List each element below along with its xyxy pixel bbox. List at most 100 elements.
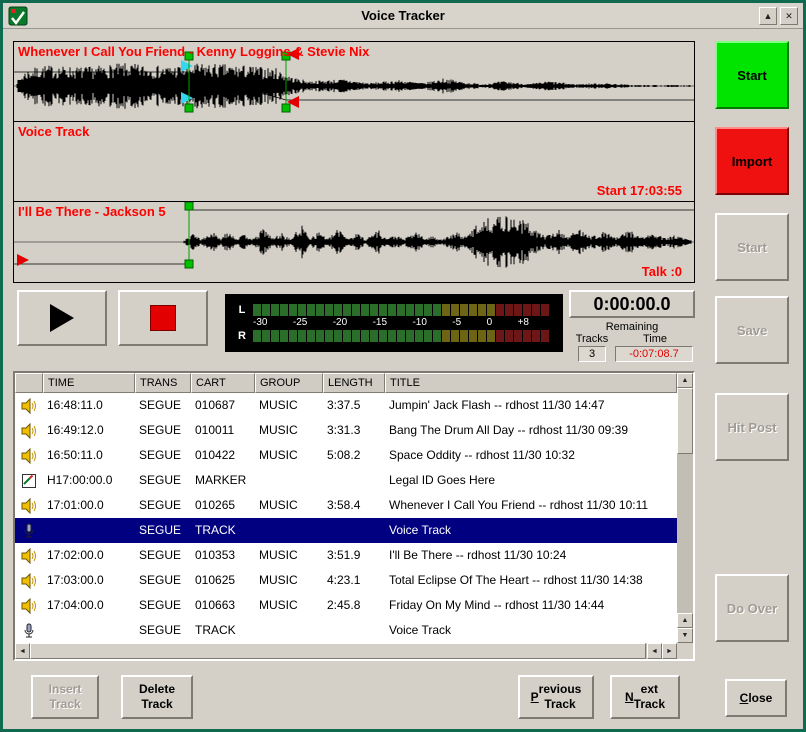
meter-segment xyxy=(514,304,522,316)
column-header-length[interactable]: LENGTH xyxy=(323,373,385,393)
column-header-title[interactable]: TITLE xyxy=(385,373,677,393)
meter-segment xyxy=(442,304,450,316)
column-header-cart[interactable]: CART xyxy=(191,373,255,393)
meter-scale-label: -5 xyxy=(452,316,461,330)
start-handle-bottom[interactable] xyxy=(185,260,193,268)
cell-title: Whenever I Call You Friend -- rdhost 11/… xyxy=(385,493,677,518)
talk-time-label: Talk :0 xyxy=(642,264,682,279)
meter-segment xyxy=(334,330,342,342)
log-row[interactable]: 16:50:11.0SEGUE010422MUSIC5:08.2Space Od… xyxy=(15,443,677,468)
meter-segment xyxy=(262,330,270,342)
remaining-time-value: -0:07:08.7 xyxy=(615,346,693,362)
segue-start-handle-bottom[interactable] xyxy=(185,104,193,112)
vertical-scroll-thumb[interactable] xyxy=(677,388,693,454)
meter-segment xyxy=(406,330,414,342)
log-body: 16:48:11.0SEGUE010687MUSIC3:37.5Jumpin' … xyxy=(15,393,677,643)
cell-cart: 010625 xyxy=(191,568,255,593)
meter-segment xyxy=(280,304,288,316)
stop-button[interactable] xyxy=(118,290,208,346)
scroll-up-icon-2[interactable]: ▲ xyxy=(677,613,693,628)
cell-title: Jumpin' Jack Flash -- rdhost 11/30 14:47 xyxy=(385,393,677,418)
play-icon xyxy=(49,303,75,333)
column-header-trans[interactable]: TRANS xyxy=(135,373,191,393)
segue-end-handle-bottom[interactable] xyxy=(282,104,290,112)
waveform-panel-voice-track[interactable]: Voice Track Start 17:03:55 xyxy=(14,122,694,202)
start-handle-top[interactable] xyxy=(185,202,193,210)
cell-trans: SEGUE xyxy=(135,593,191,618)
column-header-time[interactable]: TIME xyxy=(43,373,135,393)
scroll-left-icon[interactable]: ◄ xyxy=(15,643,30,659)
cell-group: MUSIC xyxy=(255,493,323,518)
log-row[interactable]: 17:03:00.0SEGUE010625MUSIC4:23.1Total Ec… xyxy=(15,568,677,593)
meter-segment xyxy=(388,330,396,342)
column-header-icon[interactable] xyxy=(15,373,43,393)
horizontal-scroll-thumb[interactable] xyxy=(30,643,646,659)
log-row[interactable]: 16:48:11.0SEGUE010687MUSIC3:37.5Jumpin' … xyxy=(15,393,677,418)
cell-cart: TRACK xyxy=(191,618,255,643)
meter-segment xyxy=(298,330,306,342)
cell-time: H17:00:00.0 xyxy=(43,468,135,493)
scroll-up-icon[interactable]: ▲ xyxy=(677,373,693,388)
meter-right-label: R xyxy=(235,330,249,342)
log-row[interactable]: 17:02:00.0SEGUE010353MUSIC3:51.9I'll Be … xyxy=(15,543,677,568)
save-button: Save xyxy=(715,296,789,364)
meter-segment xyxy=(532,304,540,316)
cell-group: MUSIC xyxy=(255,393,323,418)
import-button[interactable]: Import xyxy=(715,127,789,195)
track-title-1: Whenever I Call You Friend - Kenny Loggi… xyxy=(18,44,369,59)
delete-track-button[interactable]: DeleteTrack xyxy=(121,675,193,719)
vertical-scrollbar[interactable]: ▲ ▲ ▼ xyxy=(677,373,693,643)
log-row[interactable]: 17:01:00.0SEGUE010265MUSIC3:58.4Whenever… xyxy=(15,493,677,518)
meter-segment xyxy=(433,304,441,316)
log-row[interactable]: 17:04:00.0SEGUE010663MUSIC2:45.8Friday O… xyxy=(15,593,677,618)
track-title-2: Voice Track xyxy=(18,124,89,139)
cell-title: Voice Track xyxy=(385,518,677,543)
meter-segment xyxy=(307,304,315,316)
start-button-2: Start xyxy=(715,213,789,281)
meter-segment xyxy=(271,304,279,316)
speaker-icon xyxy=(15,568,43,593)
scrollbar-corner xyxy=(677,643,693,659)
meter-segment xyxy=(541,304,549,316)
scroll-down-icon[interactable]: ▼ xyxy=(677,628,693,643)
cell-cart: MARKER xyxy=(191,468,255,493)
meter-segment xyxy=(406,304,414,316)
log-row[interactable]: 16:49:12.0SEGUE010011MUSIC3:31.3Bang The… xyxy=(15,418,677,443)
waveform-panel-next-track[interactable]: I'll Be There - Jackson 5 Talk :0 xyxy=(14,202,694,282)
next-track-button[interactable]: NextTrack xyxy=(610,675,680,719)
meter-segment xyxy=(370,304,378,316)
speaker-icon xyxy=(15,543,43,568)
cell-time: 16:49:12.0 xyxy=(43,418,135,443)
waveform-panel-previous-track[interactable]: Whenever I Call You Friend - Kenny Loggi… xyxy=(14,42,694,122)
meter-segment xyxy=(352,304,360,316)
log-row[interactable]: H17:00:00.0SEGUEMARKERLegal ID Goes Here xyxy=(15,468,677,493)
scroll-left-icon-2[interactable]: ◄ xyxy=(647,643,662,659)
titlebar[interactable]: Voice Tracker ▲ ✕ xyxy=(3,3,803,29)
column-header-group[interactable]: GROUP xyxy=(255,373,323,393)
cell-length xyxy=(323,618,385,643)
meter-scale-label: -30 xyxy=(253,316,267,330)
close-button[interactable]: Close xyxy=(725,679,787,717)
meter-left-label: L xyxy=(235,304,249,316)
scroll-right-icon[interactable]: ► xyxy=(662,643,677,659)
remaining-tracks-label: Tracks xyxy=(569,333,615,345)
log-row[interactable]: SEGUETRACKVoice Track xyxy=(15,518,677,543)
speaker-icon xyxy=(15,593,43,618)
meter-segment xyxy=(289,304,297,316)
cell-cart: 010687 xyxy=(191,393,255,418)
cell-length: 3:31.3 xyxy=(323,418,385,443)
audio-meter: L -30-25-20-15-10-50+8 R xyxy=(225,294,563,352)
meter-segment xyxy=(343,304,351,316)
window-title: Voice Tracker xyxy=(3,8,803,23)
meter-segment xyxy=(523,330,531,342)
meter-segment xyxy=(361,304,369,316)
meter-segment xyxy=(469,330,477,342)
horizontal-scrollbar[interactable]: ◄ ◄ ► xyxy=(15,643,677,659)
insert-track-button: InsertTrack xyxy=(31,675,99,719)
play-button[interactable] xyxy=(17,290,107,346)
hit-post-button: Hit Post xyxy=(715,393,789,461)
cell-trans: SEGUE xyxy=(135,518,191,543)
previous-track-button[interactable]: PreviousTrack xyxy=(518,675,594,719)
log-row[interactable]: SEGUETRACKVoice Track xyxy=(15,618,677,643)
start-button[interactable]: Start xyxy=(715,41,789,109)
